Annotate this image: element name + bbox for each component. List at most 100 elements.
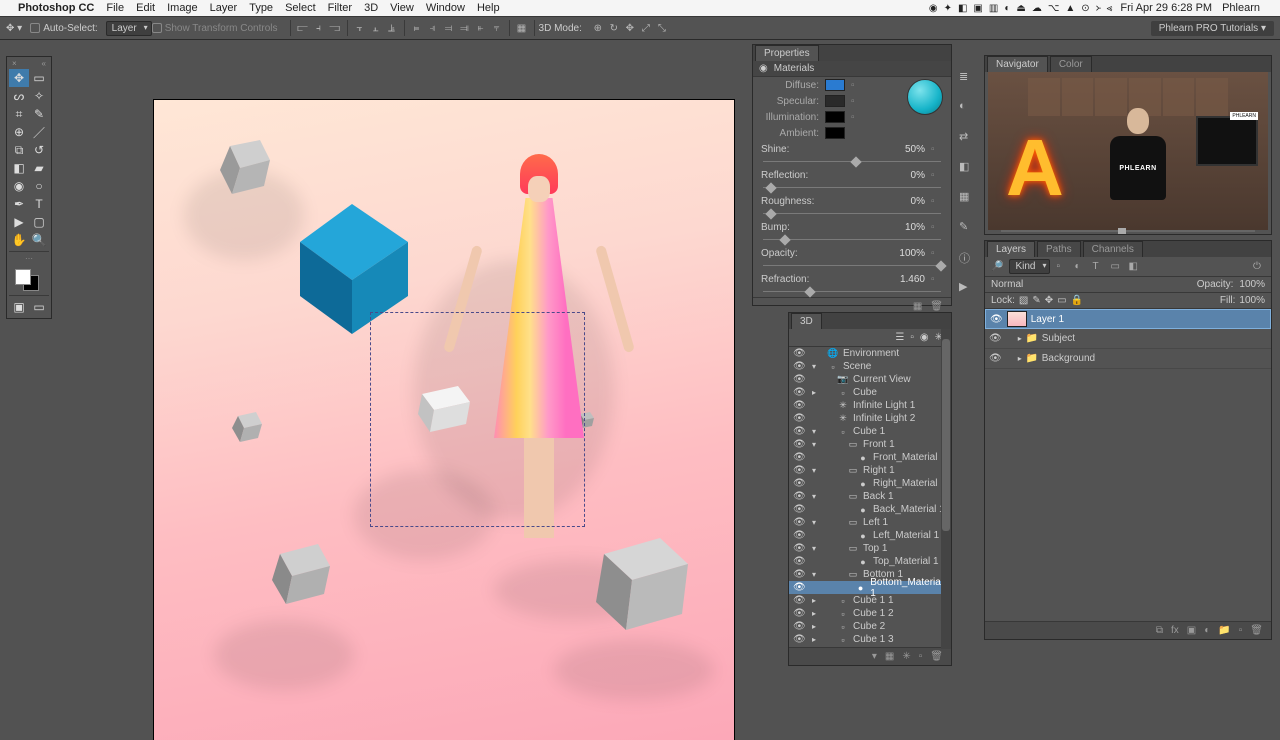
visibility-eye-icon[interactable]: 👁 (793, 530, 805, 541)
lock-all-icon[interactable]: 🔒 (1071, 295, 1083, 306)
brushes-panel-icon[interactable]: ✎ (959, 220, 975, 236)
filter-shape-icon[interactable]: ▭ (1110, 261, 1122, 272)
tree-row[interactable]: 👁●Front_Material 1 (789, 451, 951, 464)
marquee-tool[interactable]: ▭ (29, 69, 49, 87)
info-panel-icon[interactable]: ⓘ (959, 250, 975, 266)
visibility-eye-icon[interactable]: 👁 (793, 543, 805, 554)
lasso-tool[interactable]: ᔕ (9, 87, 29, 105)
3d-pan-icon[interactable]: ✥ (622, 20, 638, 36)
properties-tab[interactable]: Properties (755, 45, 819, 61)
visibility-eye-icon[interactable]: 👁 (793, 634, 805, 645)
node-label[interactable]: Cube 1 (853, 426, 885, 437)
status-icon[interactable]: ✦ (944, 3, 952, 14)
workspace-switcher[interactable]: Phlearn PRO Tutorials ▾ (1151, 21, 1274, 36)
panel-collapse-icon[interactable]: « (42, 59, 46, 69)
disclosure-icon[interactable]: ▸ (809, 635, 819, 644)
render-icon[interactable]: ▦ (913, 301, 922, 312)
align-icon[interactable]: ⫡ (384, 20, 400, 36)
node-label[interactable]: Top_Material 1 (873, 556, 939, 567)
node-label[interactable]: Right 1 (863, 465, 895, 476)
filter-whole-scene-icon[interactable]: ☰ (895, 332, 904, 343)
tree-row[interactable]: 👁🌐Environment (789, 347, 951, 360)
node-label[interactable]: Left_Material 1 (873, 530, 939, 541)
swatches-panel-icon[interactable]: ▦ (959, 190, 975, 206)
reflection-slider[interactable] (763, 183, 941, 191)
align-icon[interactable]: ⫍ (295, 20, 311, 36)
roughness-value[interactable]: 0% (911, 196, 925, 207)
menubar-clock[interactable]: Fri Apr 29 6:28 PM (1120, 2, 1212, 14)
tree-row[interactable]: 👁▾▭Right 1 (789, 464, 951, 477)
texture-icon[interactable]: ▫ (931, 222, 943, 233)
texture-icon[interactable]: ▫ (931, 170, 943, 181)
menubar-user[interactable]: Phlearn (1222, 2, 1260, 14)
disclosure-icon[interactable]: ▾ (809, 427, 819, 436)
distribute-icon[interactable]: ⫣ (425, 20, 441, 36)
blend-mode-dropdown[interactable]: Normal (991, 279, 1069, 290)
visibility-eye-icon[interactable]: 👁 (793, 491, 805, 502)
menu-3d[interactable]: 3D (364, 2, 378, 14)
filter-smart-icon[interactable]: ◧ (1128, 261, 1140, 272)
align-icon[interactable]: ⫠ (368, 20, 384, 36)
styles-panel-icon[interactable]: ⇄ (959, 130, 975, 146)
visibility-eye-icon[interactable]: 👁 (989, 333, 1002, 344)
texture-icon[interactable]: ▫ (931, 274, 943, 285)
visibility-eye-icon[interactable]: 👁 (793, 465, 805, 476)
texture-icon[interactable]: ▫ (931, 196, 943, 207)
trash-icon[interactable]: 🗑 (1250, 625, 1263, 636)
lock-position-icon[interactable]: ✥ (1045, 295, 1053, 306)
tree-row[interactable]: 👁▾▫Cube 1 (789, 425, 951, 438)
type-tool[interactable]: T (29, 195, 49, 213)
node-label[interactable]: Current View (853, 374, 911, 385)
disclosure-icon[interactable]: ▾ (809, 570, 819, 579)
adjustments-panel-icon[interactable]: ◐ (959, 100, 975, 116)
shine-slider[interactable] (763, 157, 941, 165)
navigator-zoom-slider[interactable] (1001, 228, 1255, 234)
disclosure-icon[interactable]: ▾ (809, 492, 819, 501)
visibility-eye-icon[interactable]: 👁 (793, 348, 805, 359)
menu-type[interactable]: Type (249, 2, 273, 14)
status-icon[interactable]: ◐ (1004, 3, 1010, 14)
gradient-tool[interactable]: ▰ (29, 159, 49, 177)
quick-mask-icon[interactable]: ▣ (9, 298, 29, 316)
illumination-swatch[interactable] (825, 111, 845, 123)
disclosure-icon[interactable]: ▸ (1018, 334, 1022, 343)
menu-edit[interactable]: Edit (136, 2, 155, 14)
distribute-icon[interactable]: ⫥ (457, 20, 473, 36)
tree-row[interactable]: 👁▾▫Scene (789, 360, 951, 373)
visibility-eye-icon[interactable]: 👁 (793, 439, 805, 450)
texture-icon[interactable]: ▫ (851, 80, 863, 91)
roughness-slider[interactable] (763, 209, 941, 217)
status-icon[interactable]: ◉ (929, 3, 938, 14)
magic-wand-tool[interactable]: ✧ (29, 87, 49, 105)
menu-filter[interactable]: Filter (328, 2, 352, 14)
status-icon[interactable]: ▣ (973, 3, 982, 14)
lock-transparent-icon[interactable]: ▧ (1019, 295, 1028, 306)
layer-thumbnail[interactable] (1007, 311, 1027, 327)
screen-mode-icon[interactable]: ▭ (29, 298, 49, 316)
layers-tab[interactable]: Layers (987, 241, 1035, 257)
layer-name[interactable]: Subject (1042, 333, 1075, 344)
arrange-icon[interactable]: ▦ (514, 20, 530, 36)
move-tool[interactable]: ✥ (9, 69, 29, 87)
disclosure-icon[interactable]: ▸ (809, 622, 819, 631)
path-selection-tool[interactable]: ▶ (9, 213, 29, 231)
tree-row[interactable]: 👁▾▭Top 1 (789, 542, 951, 555)
color-swatches[interactable] (9, 267, 49, 291)
tree-row[interactable]: 👁▸▫Cube 1 3 (789, 633, 951, 646)
material-preview-sphere[interactable] (907, 79, 943, 115)
crop-tool[interactable]: ⌗ (9, 105, 29, 123)
node-label[interactable]: Cube 1 1 (853, 595, 894, 606)
trash-icon[interactable]: 🗑 (930, 301, 943, 312)
filter-adjust-icon[interactable]: ◐ (1074, 261, 1086, 272)
disclosure-icon[interactable]: ▸ (809, 388, 819, 397)
node-label[interactable]: Scene (843, 361, 871, 372)
tree-row[interactable]: 👁✳Infinite Light 2 (789, 412, 951, 425)
tree-row[interactable]: 👁📷Current View (789, 373, 951, 386)
history-panel-icon[interactable]: ≣ (959, 70, 975, 86)
node-label[interactable]: Cube (853, 387, 877, 398)
refraction-slider[interactable] (763, 287, 941, 295)
specular-swatch[interactable] (825, 95, 845, 107)
3d-zoom-icon[interactable]: ⤡ (654, 20, 670, 36)
layer-name[interactable]: Background (1042, 353, 1095, 364)
visibility-eye-icon[interactable]: 👁 (793, 621, 805, 632)
